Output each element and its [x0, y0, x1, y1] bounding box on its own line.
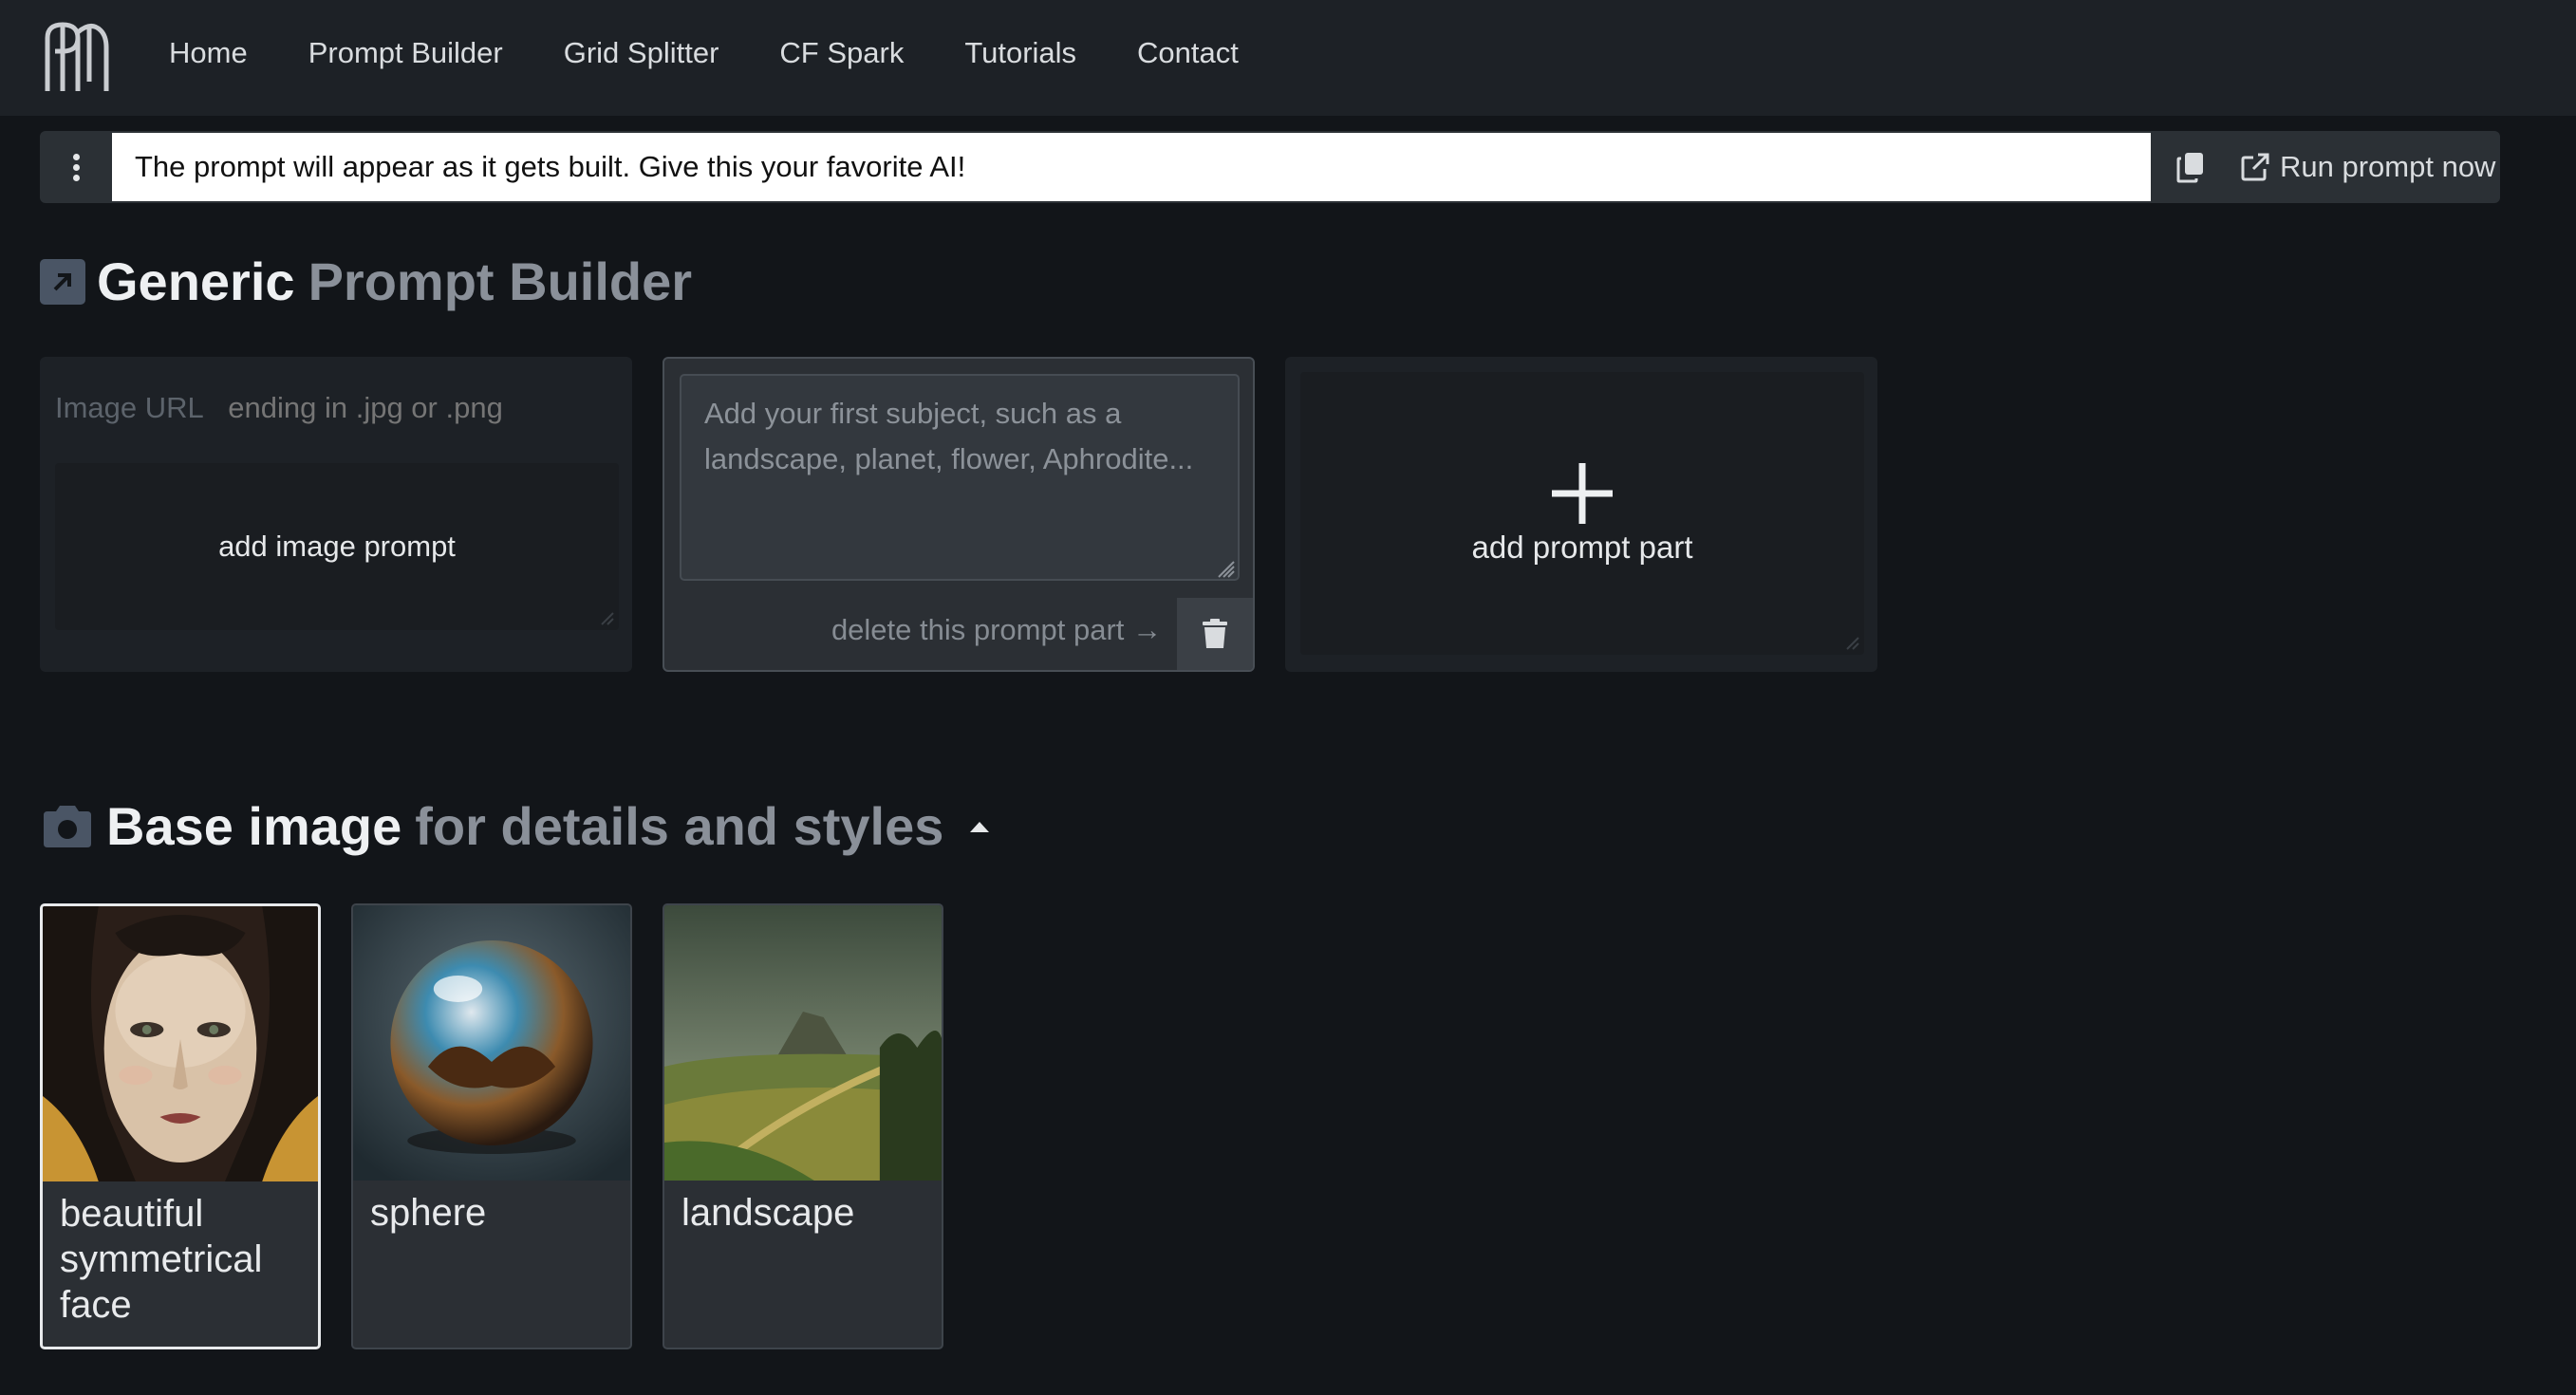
resize-grip-icon[interactable]	[1841, 632, 1860, 651]
base-image-heading: Base image for details and styles	[40, 795, 991, 857]
subject-textarea[interactable]: Add your first subject, such as a landsc…	[680, 374, 1240, 581]
add-image-prompt-label: add image prompt	[218, 530, 456, 563]
sphere-thumbnail	[353, 905, 630, 1181]
landscape-thumbnail	[664, 905, 942, 1181]
tile-label: beautiful symmetrical face	[60, 1193, 263, 1326]
delete-prompt-part-button[interactable]	[1177, 598, 1253, 670]
image-url-input[interactable]	[228, 391, 570, 425]
add-prompt-part-button[interactable]: add prompt part	[1300, 372, 1864, 655]
add-prompt-part-card: add prompt part	[1285, 357, 1877, 672]
image-prompt-card: Image URL add image prompt	[40, 357, 632, 672]
external-link-icon	[2241, 153, 2269, 181]
tile-label: sphere	[370, 1192, 487, 1234]
kebab-menu-icon[interactable]	[40, 131, 112, 203]
top-navbar: Home Prompt Builder Grid Splitter CF Spa…	[0, 0, 2576, 116]
base-image-tile[interactable]: sphere	[351, 903, 632, 1349]
heading-sub: for details and styles	[415, 796, 944, 856]
nav-links: Home Prompt Builder Grid Splitter CF Spa…	[169, 36, 1299, 70]
base-image-tile[interactable]: landscape	[663, 903, 943, 1349]
camera-icon	[44, 805, 91, 847]
add-prompt-part-label: add prompt part	[1471, 530, 1693, 565]
nav-contact[interactable]: Contact	[1137, 36, 1239, 70]
image-url-label: Image URL	[55, 391, 203, 424]
copy-icon	[2176, 153, 2203, 183]
prompt-output[interactable]: The prompt will appear as it gets built.…	[112, 133, 2151, 201]
face-thumbnail	[43, 906, 318, 1181]
caret-up-icon[interactable]	[968, 819, 991, 834]
heading-main: Base image	[106, 796, 402, 856]
heading-main: Generic	[97, 251, 295, 311]
trash-icon	[1203, 619, 1227, 648]
heading-sub: Prompt Builder	[308, 251, 693, 311]
nav-home[interactable]: Home	[169, 36, 248, 70]
arrow-up-right-icon[interactable]	[40, 258, 85, 305]
nav-prompt-builder[interactable]: Prompt Builder	[308, 36, 503, 70]
prompt-builder-heading: Generic Prompt Builder	[40, 251, 692, 312]
delete-prompt-part-label: delete this prompt part →	[831, 613, 1162, 646]
copy-button[interactable]	[2151, 131, 2231, 203]
resize-grip-icon[interactable]	[596, 607, 615, 626]
resize-grip-icon[interactable]	[1213, 556, 1236, 579]
nav-grid-splitter[interactable]: Grid Splitter	[564, 36, 719, 70]
plus-icon	[1552, 463, 1613, 524]
run-prompt-button[interactable]: Run prompt now	[2240, 131, 2500, 203]
add-image-prompt-button[interactable]: add image prompt	[55, 463, 619, 630]
pm-logo-icon[interactable]	[38, 19, 110, 93]
tile-label: landscape	[681, 1192, 855, 1234]
run-prompt-label: Run prompt now	[2280, 150, 2496, 183]
nav-tutorials[interactable]: Tutorials	[964, 36, 1076, 70]
subject-prompt-card: Add your first subject, such as a landsc…	[663, 357, 1255, 672]
base-image-tile[interactable]: beautiful symmetrical face	[40, 903, 321, 1349]
nav-cf-spark[interactable]: CF Spark	[779, 36, 904, 70]
image-url-row: Image URL	[55, 391, 570, 425]
prompt-bar: The prompt will appear as it gets built.…	[40, 131, 2500, 203]
